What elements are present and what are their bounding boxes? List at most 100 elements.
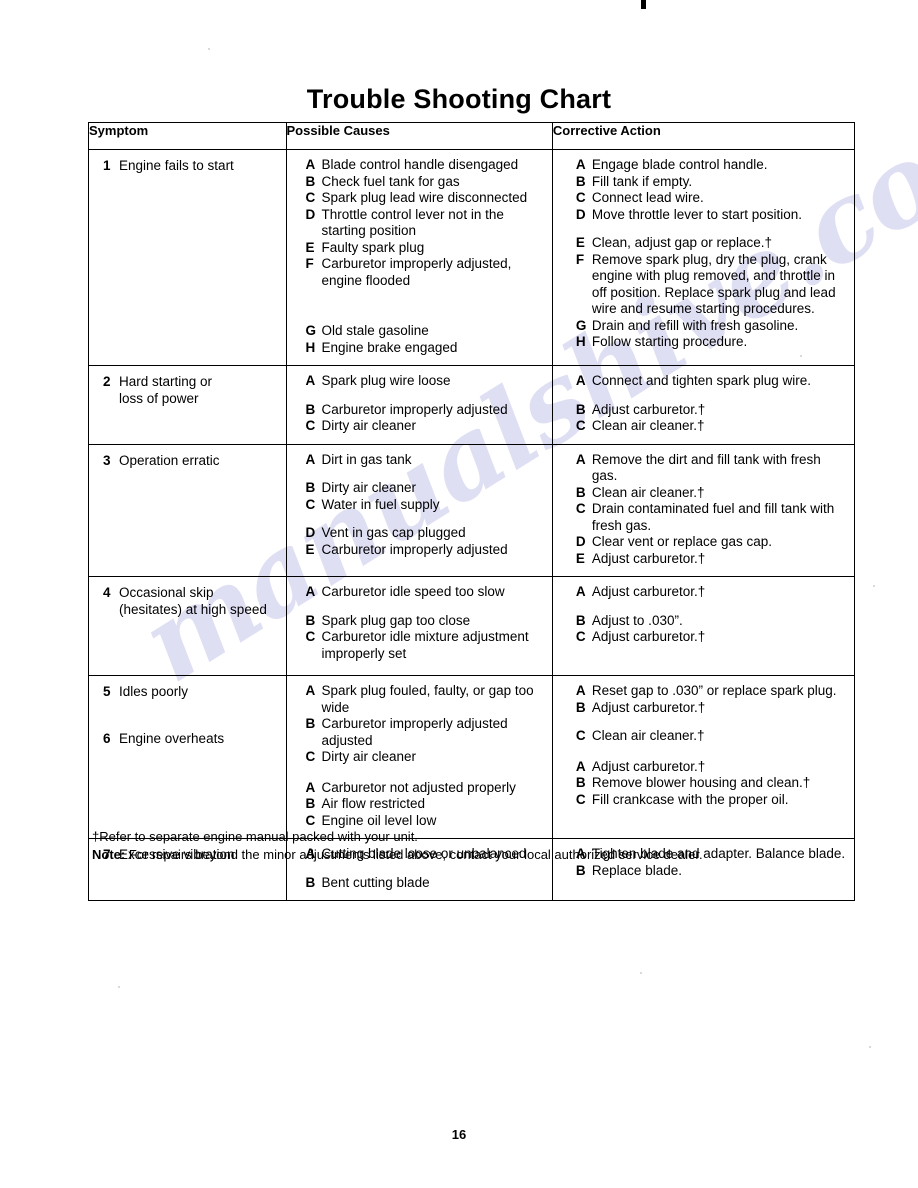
action-item-letter: D [575, 534, 586, 549]
action-item-text: Replace blade. [591, 862, 682, 878]
action-item: B Clean air cleaner.† [576, 485, 848, 502]
symptom-text: Engine fails to start [119, 158, 234, 173]
symptom-number: 3 [103, 452, 111, 468]
action-item-letter: C [575, 418, 586, 433]
corrective-action-cell: A Engage blade control handle. B Fill tank … [553, 150, 854, 360]
cause-item: A Carburetor not adjusted properly [306, 780, 546, 797]
action-item-letter: A [575, 758, 586, 774]
possible-causes-cell: A Dirt in gas tank B Dirty air cleaner C Wate… [287, 445, 552, 568]
table-row: 4 Occasional skip (hesitates) at high spee… [88, 576, 856, 676]
symptom-text: Idles poorly [119, 684, 189, 699]
cause-item-text: Carburetor not adjusted properly [321, 779, 516, 795]
cause-item: D Vent in gas cap plugged [306, 525, 546, 542]
action-item-letter: A [575, 157, 586, 172]
cause-item-letter: G [305, 323, 317, 338]
cause-item-letter: C [305, 190, 316, 205]
action-item-text: Adjust carburetor.† [591, 401, 706, 417]
cause-item-letter: F [305, 256, 314, 271]
action-item-text: Move throttle lever to start position. [591, 206, 802, 222]
cause-item: C Carburetor idle mixture adjustment impr… [306, 629, 546, 662]
cause-item: A Blade control handle disengaged [306, 157, 546, 174]
cause-item-letter: A [305, 451, 316, 467]
table-body: 1 Engine fails to start A Blade control han… [88, 149, 856, 901]
action-item: F Remove spark plug, dry the plug, crank … [576, 252, 848, 318]
cause-item-letter: A [305, 779, 316, 795]
corrective-action-cell: A Connect and tighten spark plug wire. B Ad… [553, 366, 854, 444]
possible-causes-cell: A Spark plug wire loose B Carburetor improp… [287, 366, 552, 444]
action-item: C Drain contaminated fuel and fill tank w… [576, 501, 848, 534]
action-item: B Remove blower housing and clean.† [576, 775, 848, 792]
cause-item-text: Dirt in gas tank [321, 451, 412, 467]
cause-item-letter: B [305, 796, 316, 811]
action-item-text: Adjust carburetor.† [591, 629, 706, 644]
cause-item-letter: C [305, 418, 316, 433]
cause-item: A Carburetor idle speed too slow [306, 584, 546, 601]
symptom-number: 5 [103, 684, 111, 699]
cause-item-letter: C [305, 496, 316, 512]
cause-item-letter: E [305, 541, 315, 557]
action-item: A Connect and tighten spark plug wire. [576, 373, 848, 390]
symptom-number: 6 [103, 731, 111, 746]
footnote-note: Note: For repairs beyond the minor adjus… [92, 846, 852, 864]
footnote-dagger: †Refer to separate engine manual packed … [92, 829, 418, 844]
symptom-text-continued: loss of power [119, 391, 199, 406]
action-item: A Adjust carburetor.† [576, 759, 848, 776]
action-item-text: Remove blower housing and clean.† [591, 775, 811, 790]
action-item-letter: C [575, 190, 586, 205]
action-item-text: Drain and refill with fresh gasoline. [591, 317, 799, 333]
cause-item-text: Carburetor improperly adjusted, engine f… [321, 256, 512, 288]
cause-item-text: Air flow restricted [321, 796, 426, 811]
symptom-cell: 4 Occasional skip (hesitates) at high spee… [89, 577, 286, 627]
action-item: B Adjust carburetor.† [576, 402, 848, 419]
cause-item-letter: E [305, 239, 315, 255]
action-item: C Adjust carburetor.† [576, 629, 848, 646]
cause-item-text: Carburetor idle mixture adjustment impro… [321, 629, 529, 661]
action-item-text: Remove the dirt and fill tank with fresh… [591, 451, 821, 484]
scan-speck [640, 972, 642, 974]
cause-item-letter: B [305, 874, 316, 890]
cause-item: C Spark plug lead wire disconnected [306, 190, 546, 207]
cause-item: B Spark plug gap too close [306, 613, 546, 630]
action-item-letter: A [575, 584, 586, 599]
cause-item: F Carburetor improperly adjusted, engine … [306, 256, 546, 289]
action-item: A Remove the dirt and fill tank with fres… [576, 452, 848, 485]
symptom-line: 4 Occasional skip [103, 584, 280, 601]
possible-causes-cell: A Blade control handle disengaged B Check f… [287, 150, 552, 365]
action-item: B Replace blade. [576, 863, 848, 880]
cause-item: C Dirty air cleaner [306, 749, 546, 766]
cause-item-text: Engine oil level low [321, 812, 437, 828]
action-item-letter: C [575, 791, 586, 807]
symptom-number: 4 [103, 585, 111, 600]
action-item-text: Fill tank if empty. [591, 173, 693, 189]
symptom-number: 1 [103, 158, 111, 173]
cause-item-letter: A [305, 157, 316, 172]
action-item-letter: B [575, 775, 586, 790]
scan-speck [873, 585, 875, 587]
action-item-text: Adjust carburetor.† [591, 584, 706, 599]
action-item-text: Clean air cleaner.† [591, 728, 705, 743]
action-item-text: Clean air cleaner.† [591, 484, 705, 500]
symptom-line: 6 Engine overheats [103, 730, 280, 747]
symptom-cell: 1 Engine fails to start [89, 150, 286, 183]
symptom-text: Occasional skip [119, 585, 214, 600]
table-row: 1 Engine fails to start A Blade control han… [88, 149, 856, 366]
action-item: E Clean, adjust gap or replace.† [576, 235, 848, 252]
action-item: E Adjust carburetor.† [576, 551, 848, 568]
cause-item: C Engine oil level low [306, 813, 546, 830]
cause-item: C Dirty air cleaner [306, 418, 546, 435]
action-item-text: Drain contaminated fuel and fill tank wi… [591, 501, 835, 533]
action-item-letter: H [575, 334, 586, 349]
footnote-note-label: Note: [92, 846, 126, 862]
column-header-symptom: Symptom [88, 122, 287, 150]
action-item: A Reset gap to .030” or replace spark plu… [576, 683, 848, 700]
cause-item-letter: B [305, 612, 316, 628]
action-item-letter: A [575, 373, 586, 388]
cause-item-letter: D [305, 525, 316, 540]
table-row: 5 Idles poorly 6 Engine overheats A Spark plu… [88, 675, 856, 839]
cause-item: E Carburetor improperly adjusted [306, 542, 546, 559]
action-item-letter: B [575, 612, 586, 628]
cause-item-letter: D [305, 206, 316, 222]
action-item-text: Clean, adjust gap or replace.† [591, 235, 773, 250]
column-header-corrective-action: Corrective Action [551, 122, 856, 150]
action-item-letter: G [575, 317, 587, 333]
